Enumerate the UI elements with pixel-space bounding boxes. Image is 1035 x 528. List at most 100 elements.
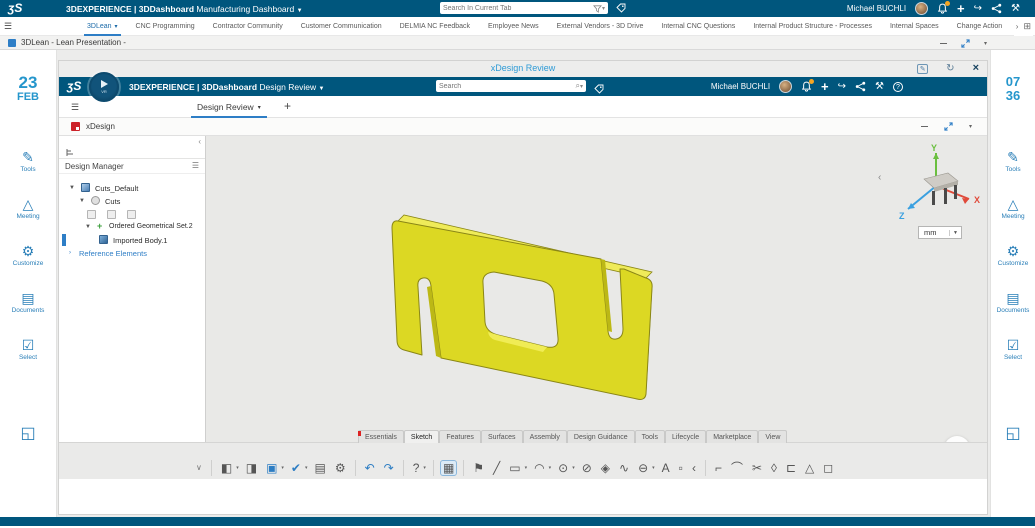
tools-builder-icon[interactable]: ⚒: [1011, 4, 1020, 14]
filter-funnel-icon[interactable]: [593, 4, 602, 13]
3dexperience-compass-icon[interactable]: VR: [89, 72, 119, 102]
scroll-tabs-right-icon[interactable]: ›: [1016, 22, 1019, 31]
tag-icon[interactable]: [616, 3, 626, 13]
dropdown-caret-icon[interactable]: ▾: [525, 465, 528, 471]
panel-menu-icon[interactable]: ☰: [192, 161, 199, 170]
minimize-icon[interactable]: [921, 126, 928, 127]
panel-collapse-icon[interactable]: ‹: [198, 137, 201, 146]
sidebar-item-select[interactable]: ☑ Select: [0, 338, 56, 361]
chevron-down-icon[interactable]: ▼: [297, 8, 303, 14]
expand-view-icon[interactable]: ◱: [0, 423, 56, 443]
units-dropdown[interactable]: mm ▼: [918, 226, 962, 239]
notifications-bell-icon[interactable]: [937, 3, 948, 14]
trim-icon[interactable]: ✂: [750, 461, 764, 475]
dropdown-caret-icon[interactable]: ▾: [305, 465, 308, 471]
sidebar-item-documents-right[interactable]: ▤ Documents: [991, 291, 1035, 314]
toolbar-collapse-icon[interactable]: ∨: [194, 463, 204, 473]
help-icon[interactable]: ?: [411, 461, 422, 475]
sidebar-item-customize-right[interactable]: ⚙ Customize: [991, 244, 1035, 267]
tree-node-root[interactable]: ▼ Cuts_Default: [59, 182, 205, 195]
close-icon[interactable]: ×: [973, 63, 979, 74]
ellipse-icon[interactable]: ⊘: [580, 461, 594, 475]
dropdown-caret-icon[interactable]: ▾: [652, 465, 655, 471]
expander-icon[interactable]: ▼: [79, 198, 85, 204]
sidebar-item-select-right[interactable]: ☑ Select: [991, 338, 1035, 361]
share-nodes-icon[interactable]: [991, 3, 1002, 14]
tree-filter-icon[interactable]: [65, 148, 75, 158]
tree-node-reference-elements[interactable]: › Reference Elements: [59, 247, 205, 260]
share-forward-icon[interactable]: ↪: [838, 82, 846, 92]
text-icon[interactable]: A: [660, 461, 672, 475]
expander-collapsed-icon[interactable]: ›: [69, 250, 71, 256]
spline-icon[interactable]: ∿: [617, 461, 631, 475]
part-3d-model[interactable]: [206, 136, 987, 479]
sidebar-item-customize[interactable]: ⚙ Customize: [0, 244, 56, 267]
units-caret-icon[interactable]: ▼: [949, 230, 961, 236]
platform-search-input[interactable]: [443, 5, 593, 12]
share-forward-icon[interactable]: ↪: [974, 4, 982, 14]
dropdown-caret-icon[interactable]: ▾: [423, 465, 426, 471]
line-icon[interactable]: ╱: [491, 461, 502, 475]
minimize-icon[interactable]: [940, 43, 947, 44]
chevron-left-icon[interactable]: ‹: [878, 172, 881, 183]
box-3d-icon[interactable]: ◻: [821, 461, 835, 475]
dashboard-title[interactable]: Manufacturing Dashboard: [196, 4, 294, 14]
add-content-icon[interactable]: +: [821, 80, 829, 93]
dropdown-caret-icon[interactable]: ▾: [236, 465, 239, 471]
inner-search-input[interactable]: [439, 83, 576, 90]
expand-view-icon[interactable]: ◱: [991, 423, 1035, 443]
new-part-icon[interactable]: ◧: [219, 461, 234, 475]
ribbon-tab-assembly[interactable]: Assembly: [523, 430, 567, 443]
badge-icon-1[interactable]: [87, 210, 96, 219]
rectangle-icon[interactable]: ▭: [507, 461, 522, 475]
tab-caret-icon[interactable]: ▾: [258, 104, 261, 111]
collapse-icon[interactable]: ▾: [969, 123, 972, 130]
tab-customer-communication[interactable]: Customer Communication: [292, 17, 391, 36]
badge-icon-3[interactable]: [127, 210, 136, 219]
tab-internal-product-structure[interactable]: Internal Product Structure - Processes: [744, 17, 881, 36]
quick-sketch-icon[interactable]: ⚑: [471, 461, 486, 475]
tab-change-action[interactable]: Change Action: [948, 17, 1012, 36]
share-nodes-icon[interactable]: [855, 81, 866, 92]
maximize-icon[interactable]: [961, 39, 970, 48]
chevron-down-icon[interactable]: ▼: [318, 86, 324, 92]
add-tab-icon[interactable]: +: [284, 99, 291, 113]
sidebar-toggle-icon[interactable]: ☰: [71, 102, 79, 113]
dropdown-caret-icon[interactable]: ▾: [281, 465, 284, 471]
polygon-icon[interactable]: ◈: [599, 461, 612, 475]
tab-internal-cnc-questions[interactable]: Internal CNC Questions: [652, 17, 744, 36]
ribbon-tab-essentials[interactable]: Essentials: [358, 430, 404, 443]
project-icon[interactable]: ‹: [690, 461, 698, 475]
ribbon-tab-features[interactable]: Features: [439, 430, 481, 443]
ribbon-tab-tools[interactable]: Tools: [635, 430, 665, 443]
circle-icon[interactable]: ⊙: [556, 461, 570, 475]
platform-search[interactable]: ▾: [440, 2, 608, 14]
search-options-caret-icon[interactable]: ▾: [580, 83, 583, 90]
search-options-caret-icon[interactable]: ▾: [602, 5, 605, 12]
tree-node-cuts[interactable]: ▼ Cuts: [59, 195, 205, 208]
dropdown-caret-icon[interactable]: ▾: [572, 465, 575, 471]
constraint-icon[interactable]: ◊: [769, 461, 779, 475]
badge-icon-2[interactable]: [107, 210, 116, 219]
avatar[interactable]: [779, 80, 792, 93]
viewport-3d[interactable]: ‹ Y X: [206, 136, 987, 479]
tab-external-vendors[interactable]: External Vendors - 3D Drive: [548, 17, 653, 36]
dropdown-caret-icon[interactable]: ▾: [549, 465, 552, 471]
tree-node-geometrical-set[interactable]: ▼ + Ordered Geometrical Set.2: [59, 221, 205, 234]
point-icon[interactable]: ▫: [677, 461, 685, 475]
user-name[interactable]: Michael BUCHLI: [847, 4, 906, 13]
collapse-icon[interactable]: ▾: [984, 40, 987, 47]
ribbon-tab-marketplace[interactable]: Marketplace: [706, 430, 758, 443]
corner-icon[interactable]: ⌐: [713, 461, 724, 475]
expander-icon[interactable]: ▼: [85, 224, 91, 230]
construction-icon[interactable]: △: [803, 461, 816, 475]
inner-app-title[interactable]: Design Review: [259, 82, 316, 92]
add-content-icon[interactable]: +: [957, 2, 965, 15]
ribbon-tab-surfaces[interactable]: Surfaces: [481, 430, 523, 443]
sidebar-item-tools-right[interactable]: ✎ Tools: [991, 150, 1035, 173]
fillet-icon[interactable]: ⌒: [729, 461, 745, 475]
sidebar-item-tools[interactable]: ✎ Tools: [0, 150, 56, 173]
tab-grid-icon[interactable]: ⊞: [1023, 21, 1031, 32]
view-compass[interactable]: Y X Z: [896, 141, 986, 226]
open-icon[interactable]: ◨: [244, 461, 259, 475]
